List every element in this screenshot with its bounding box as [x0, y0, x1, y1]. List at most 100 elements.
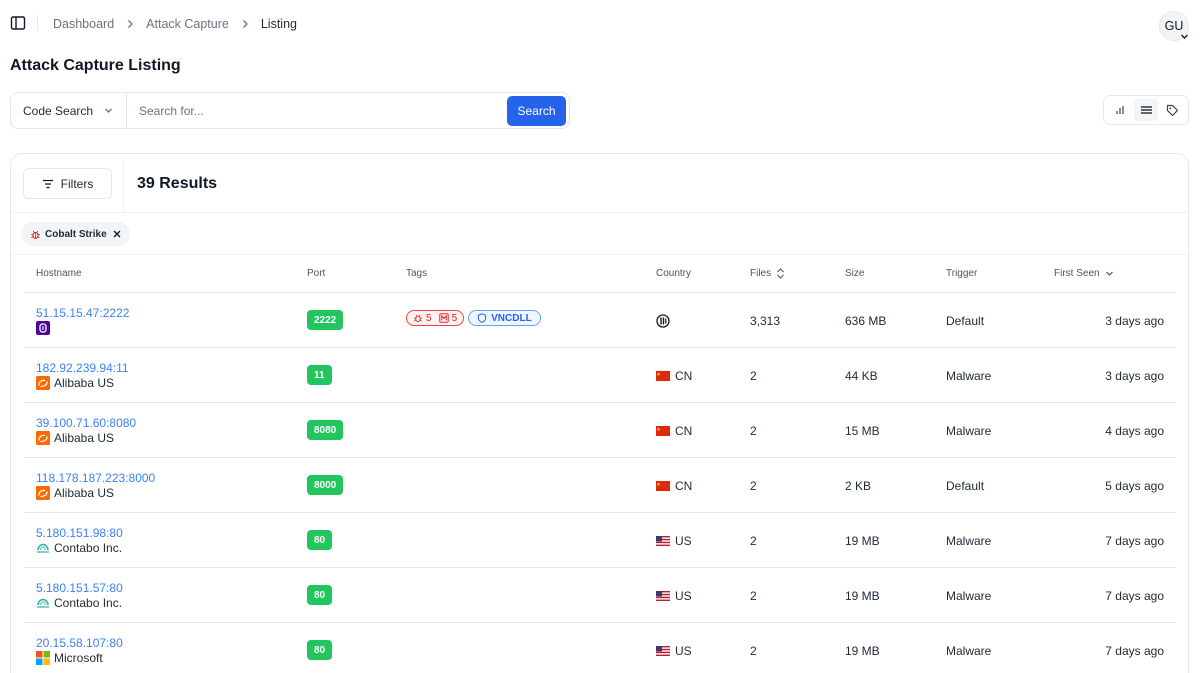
hostname-link[interactable]: 20.15.58.107:80	[36, 636, 123, 650]
shield-icon	[478, 313, 487, 323]
alibaba-icon	[36, 376, 50, 390]
search-input[interactable]	[127, 93, 507, 128]
trigger: Malware	[946, 534, 992, 548]
alibaba-icon	[36, 431, 50, 445]
table-row[interactable]: 182.92.239.94:11 Alibaba US 11 CN 2 44 K…	[24, 348, 1176, 403]
header-files[interactable]: Files	[750, 268, 785, 279]
memory-count: 5	[451, 312, 458, 324]
port-badge[interactable]: 80	[307, 585, 333, 605]
trigger: Malware	[946, 369, 992, 383]
filters-button[interactable]: Filters	[23, 168, 112, 199]
files-count: 2	[750, 479, 757, 493]
search-button[interactable]: Search	[507, 95, 566, 126]
tag-icon	[1166, 104, 1178, 116]
header-trigger[interactable]: Trigger	[946, 268, 977, 279]
header-first-seen-label: First Seen	[1054, 268, 1100, 279]
list-view-button[interactable]	[1134, 99, 1158, 121]
header-country-label: Country	[656, 268, 692, 279]
trigger: Default	[946, 314, 985, 328]
bug-icon	[31, 230, 40, 239]
size: 19 MB	[845, 644, 880, 658]
country-code: US	[675, 644, 692, 658]
country: US	[656, 589, 692, 603]
port-badge[interactable]: 2222	[307, 310, 344, 330]
files-count: 2	[750, 424, 757, 438]
memory-icon	[438, 313, 449, 323]
bug-count: 5	[426, 312, 432, 324]
chevron-down-icon[interactable]	[1179, 31, 1190, 42]
malware-family-label: VNCDLL	[491, 312, 532, 324]
tag-view-button[interactable]	[1160, 99, 1184, 121]
sort-icon	[777, 268, 785, 279]
org-name: Alibaba US	[54, 431, 115, 445]
country: US	[656, 534, 692, 548]
hostname-link[interactable]: 51.15.15.47:2222	[36, 306, 129, 320]
table-row[interactable]: 39.100.71.60:8080 Alibaba US 8080 CN 2 1…	[24, 403, 1176, 458]
org-name: Microsoft	[54, 651, 103, 665]
country-code: CN	[675, 369, 693, 383]
sidebar-toggle-icon[interactable]	[10, 15, 26, 31]
table-row[interactable]: 5.180.151.98:80 Contabo Inc. 80 US 2 19 …	[24, 513, 1176, 568]
bug-icon	[414, 314, 422, 322]
search-mode-label: Code Search	[23, 103, 94, 118]
header-tags[interactable]: Tags	[406, 268, 427, 279]
breadcrumb-listing: Listing	[260, 17, 297, 31]
port-badge[interactable]: 11	[307, 365, 332, 385]
org-name: Contabo Inc.	[54, 541, 123, 555]
hostname-link[interactable]: 5.180.151.98:80	[36, 526, 123, 540]
port-badge[interactable]: 8080	[307, 420, 344, 440]
size: 44 KB	[845, 369, 878, 383]
trigger: Malware	[946, 589, 992, 603]
threat-tag[interactable]: 5 5	[406, 310, 465, 326]
header-country[interactable]: Country	[656, 268, 691, 279]
close-icon	[113, 230, 121, 238]
contabo-icon	[36, 541, 50, 555]
table-row[interactable]: 5.180.151.57:80 Contabo Inc. 80 US 2 19 …	[24, 568, 1176, 623]
header-first-seen[interactable]: First Seen	[1054, 268, 1114, 279]
malware-family-tag[interactable]: VNCDLL	[468, 310, 541, 326]
active-filter-label: Cobalt Strike	[45, 228, 107, 240]
org-info: Alibaba US	[36, 376, 114, 390]
size: 15 MB	[845, 424, 880, 438]
top-bar: Dashboard Attack Capture Listing GU	[0, 0, 1200, 48]
files-count: 2	[750, 369, 757, 383]
header-size[interactable]: Size	[845, 268, 864, 279]
results-card: Filters 39 Results Cobalt Strike Hostnam…	[10, 153, 1189, 673]
org-name: Alibaba US	[54, 486, 115, 500]
table-row[interactable]: 20.15.58.107:80 Microsoft 80 US 2 19 MB …	[24, 623, 1176, 673]
flag-us-icon	[656, 591, 670, 601]
contabo-icon	[36, 596, 50, 610]
trigger: Malware	[946, 424, 992, 438]
first-seen: 3 days ago	[1105, 314, 1164, 328]
flag-cn-icon	[656, 371, 670, 381]
country-code: US	[675, 534, 692, 548]
hostname-link[interactable]: 5.180.151.57:80	[36, 581, 123, 595]
country: CN	[656, 369, 692, 383]
breadcrumb-dashboard[interactable]: Dashboard	[53, 17, 114, 31]
header-hostname[interactable]: Hostname	[36, 268, 82, 279]
port-badge[interactable]: 80	[307, 530, 333, 550]
org-name: Contabo Inc.	[54, 596, 123, 610]
files-count: 3,313	[750, 314, 781, 328]
trigger: Default	[946, 479, 985, 493]
hostname-link[interactable]: 118.178.187.223:8000	[36, 471, 155, 485]
header-hostname-label: Hostname	[36, 268, 82, 279]
country: CN	[656, 479, 692, 493]
port-badge[interactable]: 80	[307, 640, 333, 660]
search-mode-select[interactable]: Code Search	[11, 93, 127, 128]
hostname-link[interactable]: 39.100.71.60:8080	[36, 416, 136, 430]
remove-filter-button[interactable]	[113, 230, 121, 238]
hostname-link[interactable]: 182.92.239.94:11	[36, 361, 129, 375]
active-filter-chip[interactable]: Cobalt Strike	[21, 222, 130, 246]
unknown-globe-icon	[656, 314, 670, 328]
header-port[interactable]: Port	[307, 268, 325, 279]
results-table: Hostname Port Tags Country Files Size Tr…	[24, 255, 1176, 673]
chart-view-button[interactable]	[1108, 99, 1132, 121]
table-row[interactable]: 51.15.15.47:2222 2222 5 5 VNCDLL 3,313 6…	[24, 293, 1176, 348]
table-header: Hostname Port Tags Country Files Size Tr…	[24, 255, 1176, 293]
breadcrumb-attack-capture[interactable]: Attack Capture	[146, 17, 229, 31]
table-row[interactable]: 118.178.187.223:8000 Alibaba US 8000 CN …	[24, 458, 1176, 513]
port-badge[interactable]: 8000	[307, 475, 344, 495]
flag-cn-icon	[656, 426, 670, 436]
page-title: Attack Capture Listing	[10, 57, 181, 74]
